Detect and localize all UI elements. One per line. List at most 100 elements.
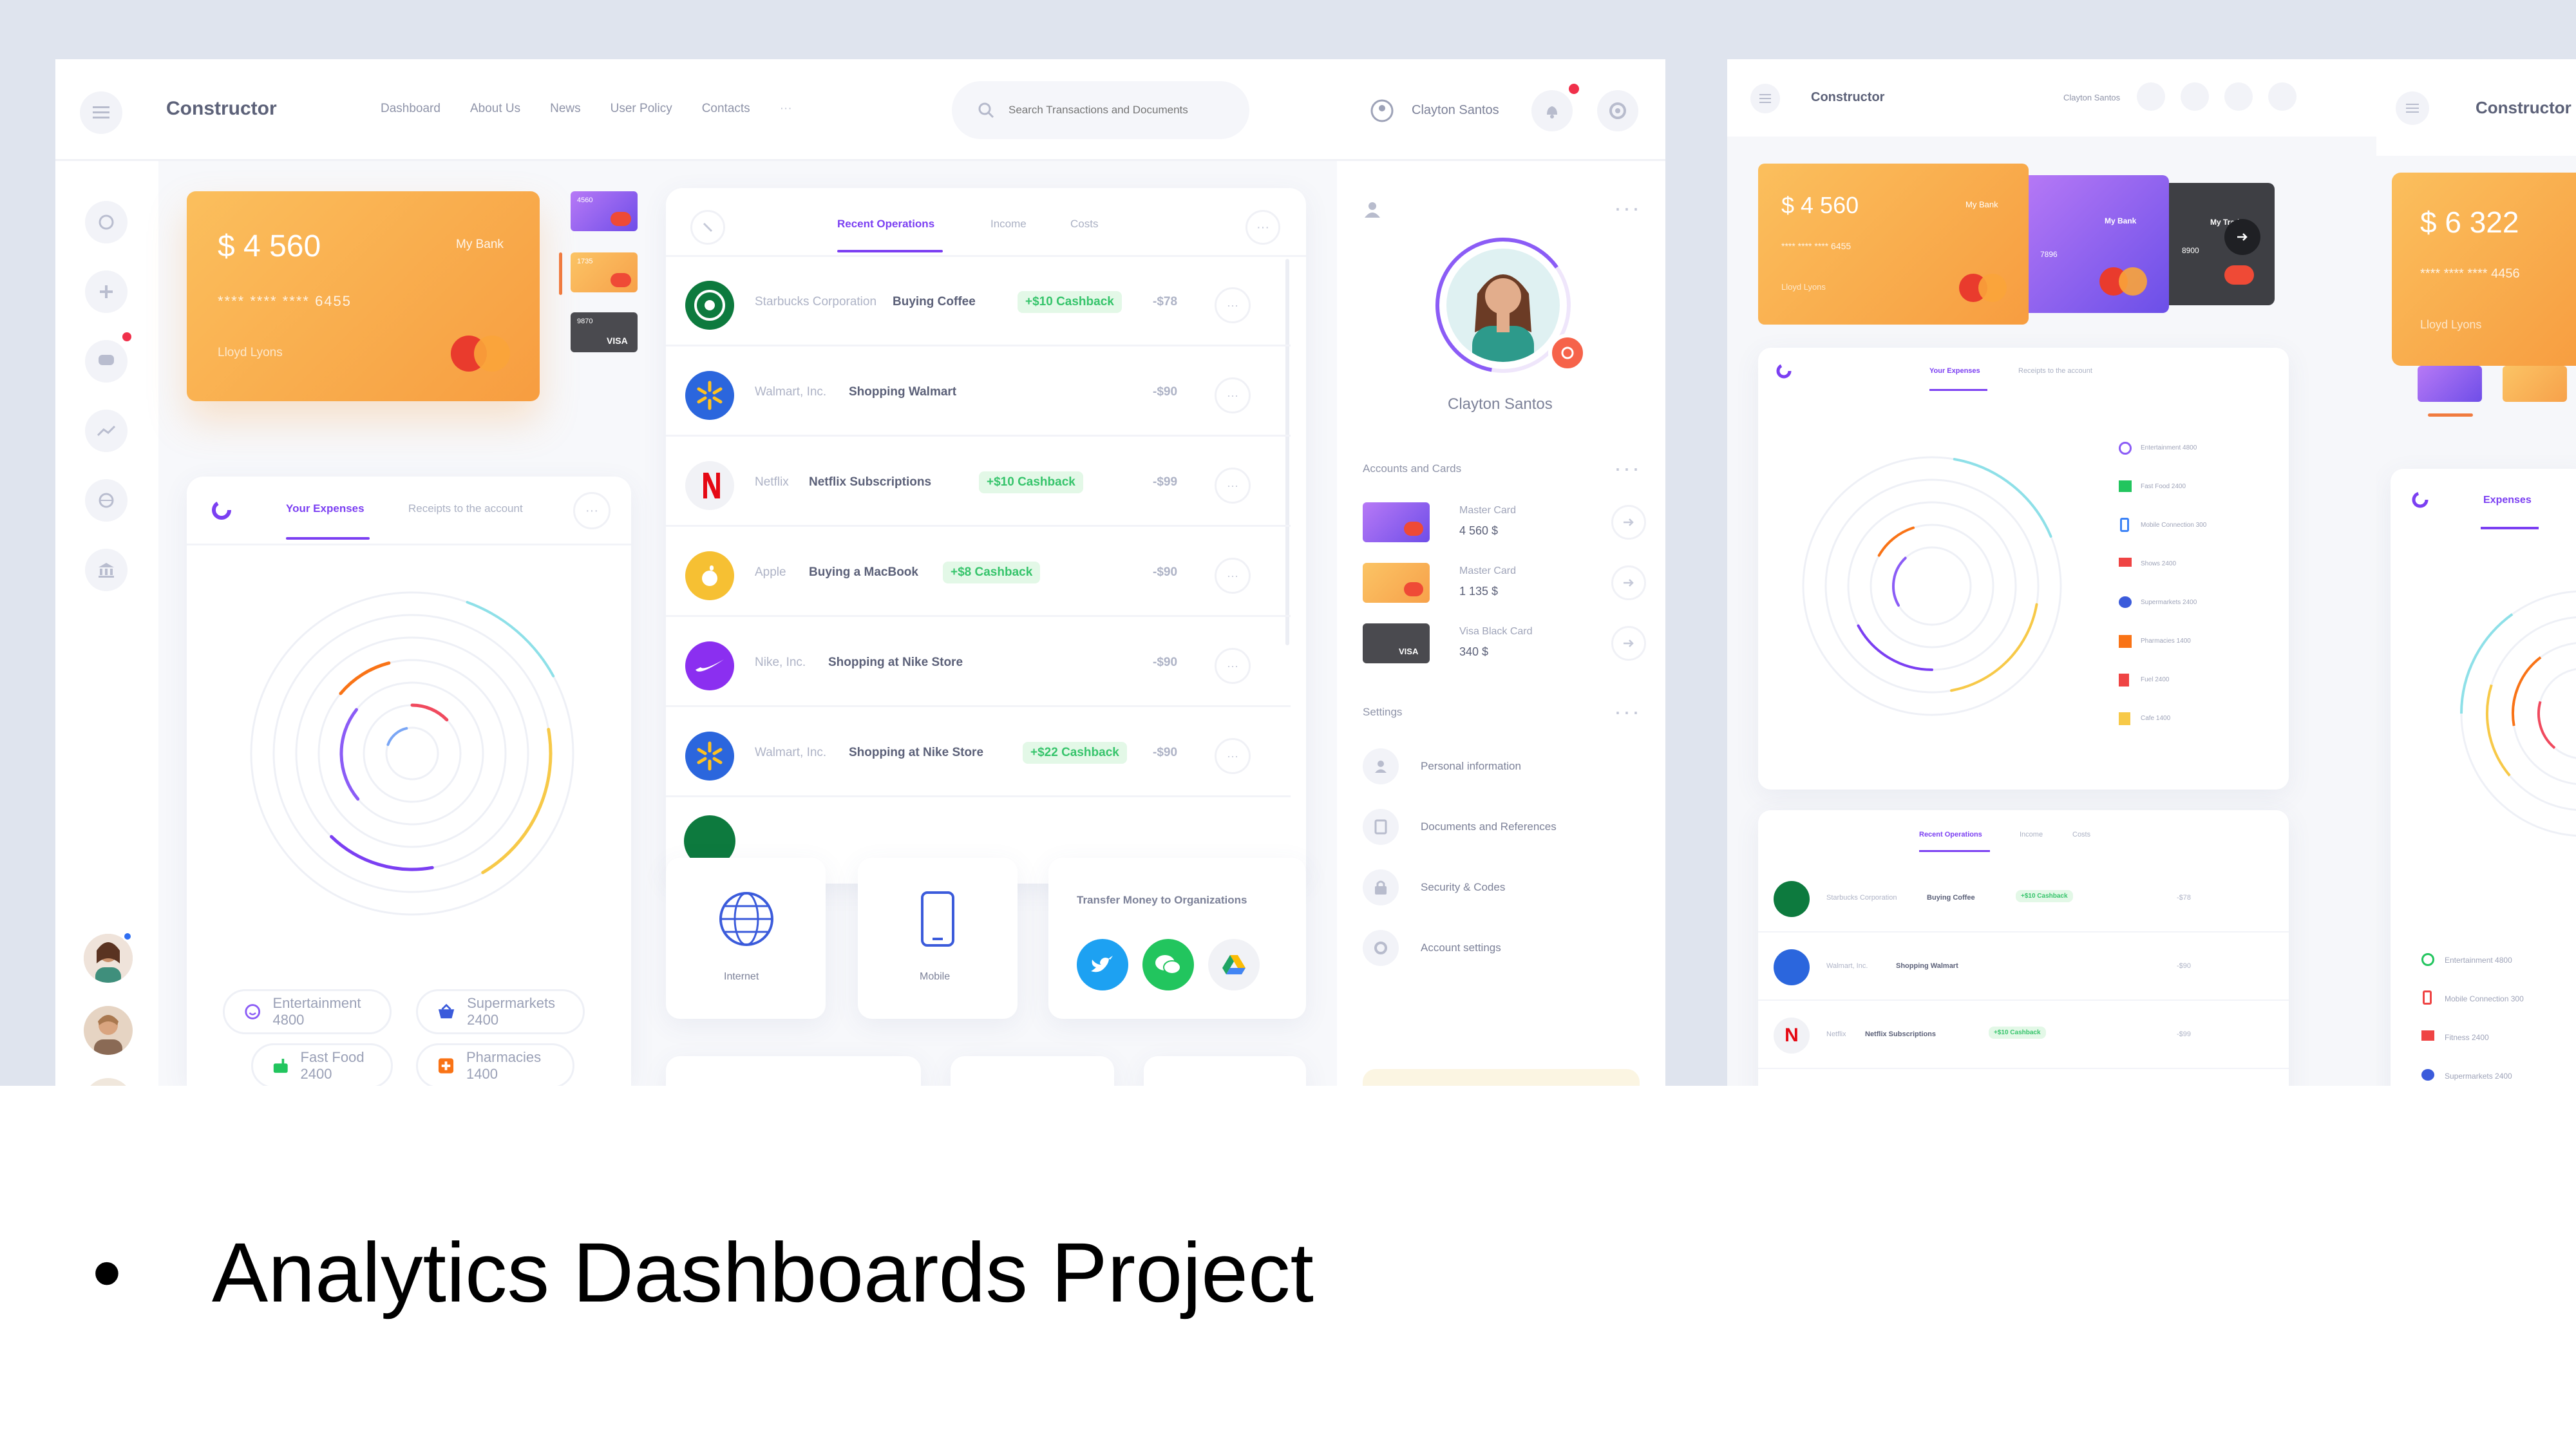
nav-dashboard[interactable]: Dashboard — [381, 102, 440, 116]
arrow-right-icon[interactable] — [1611, 626, 1646, 661]
compass-icon[interactable] — [85, 201, 128, 243]
operation-row[interactable]: Apple Buying a MacBook +$8 Cashback -$90… — [666, 527, 1291, 617]
bank-building-icon[interactable] — [85, 549, 128, 591]
legend-pharmacies[interactable]: Pharmacies 1400 — [416, 1043, 574, 1086]
mini-card-2[interactable]: 1735 — [571, 252, 638, 292]
settings-more-icon[interactable]: ··· — [1614, 698, 1641, 725]
dark-card[interactable]: My Trade 8900 — [2152, 183, 2275, 305]
header-user-name[interactable]: Clayton Santos — [2063, 93, 2120, 102]
right-legend-item[interactable]: Shows 2400 — [2141, 560, 2176, 567]
row-more-icon[interactable]: ··· — [1215, 287, 1251, 323]
settings-item-security[interactable]: Security & Codes — [1363, 866, 1646, 911]
operation-row[interactable]: Walmart, Inc. Shopping Walmart -$90 — [1758, 933, 2289, 1001]
operation-row[interactable]: N Netflix Netflix Subscriptions +$10 Cas… — [1758, 1001, 2289, 1069]
arrow-right-icon[interactable] — [1611, 565, 1646, 600]
right-legend-item[interactable]: Fast Food 2400 — [2141, 483, 2186, 490]
tab-costs[interactable]: Costs — [1070, 218, 1098, 231]
settings-item-personal[interactable]: Personal information — [1363, 744, 1646, 790]
mini-card-3[interactable]: 9870 VISA — [571, 312, 638, 352]
nav-contacts[interactable]: Contacts — [702, 102, 750, 116]
bell-icon[interactable] — [2181, 82, 2209, 111]
service-mobile[interactable]: Mobile — [858, 858, 1018, 1019]
right-legend-item[interactable]: Supermarkets 2400 — [2141, 599, 2197, 606]
profile-avatar[interactable] — [1446, 249, 1560, 362]
tertiary-legend-item[interactable]: Supermarkets 2400 — [2445, 1072, 2512, 1081]
operation-row[interactable]: Starbucks Corporation Buying Coffee +$10… — [1758, 864, 2289, 933]
nav-news[interactable]: News — [550, 102, 581, 116]
right-legend-item[interactable]: Fuel 2400 — [2141, 676, 2169, 683]
right-legend-item[interactable]: Pharmacies 1400 — [2141, 638, 2191, 645]
accounts-more-icon[interactable]: ··· — [1614, 455, 1641, 482]
tab-your-expenses[interactable]: Your Expenses — [286, 502, 365, 515]
settings-item-documents[interactable]: Documents and References — [1363, 805, 1646, 850]
globe-nav-icon[interactable] — [85, 479, 128, 522]
legend-fast-food[interactable]: Fast Food 2400 — [251, 1043, 393, 1086]
bank-card-tertiary[interactable]: $ 6 322 **** **** **** 4456 Lloyd Lyons — [2392, 173, 2576, 366]
operation-row[interactable]: Netflix Netflix Subscriptions +$10 Cashb… — [666, 437, 1291, 527]
operation-row[interactable]: Nike, Inc. Shopping at Nike Store -$90 ·… — [666, 617, 1291, 707]
tertiary-legend-item[interactable]: Entertainment 4800 — [2445, 956, 2512, 965]
settings-gear-icon[interactable] — [2224, 82, 2253, 111]
legend-entertainment[interactable]: Entertainment 4800 — [223, 989, 392, 1034]
row-more-icon[interactable]: ··· — [1215, 648, 1251, 684]
right-legend-item[interactable]: Cafe 1400 — [2141, 715, 2170, 722]
mini-card-1[interactable]: 4560 — [571, 191, 638, 231]
search-input[interactable] — [1009, 104, 1227, 117]
search-icon[interactable] — [2137, 82, 2165, 111]
twitter-icon[interactable] — [1077, 939, 1128, 990]
arrow-right-icon[interactable] — [2224, 219, 2260, 255]
trend-chart-icon[interactable] — [85, 410, 128, 452]
account-item[interactable]: Master Card 4 560 $ — [1363, 500, 1646, 545]
promo-banner[interactable] — [1363, 1069, 1640, 1086]
operation-row[interactable]: Walmart, Inc. Shopping Walmart -$90 ··· — [666, 346, 1291, 437]
bank-card-primary[interactable]: $ 4 560 My Bank **** **** **** 6455 Lloy… — [187, 191, 540, 401]
chat-icon[interactable] — [85, 340, 128, 383]
tab-expenses[interactable]: Expenses — [2483, 495, 2532, 506]
tab-income[interactable]: Income — [990, 218, 1027, 231]
nav-more[interactable]: ··· — [780, 102, 792, 116]
user-circle-icon[interactable] — [2268, 82, 2297, 111]
tab-your-expenses[interactable]: Your Expenses — [1929, 367, 1980, 375]
tertiary-legend-item[interactable]: Fitness 2400 — [2445, 1033, 2489, 1042]
wechat-icon[interactable] — [1142, 939, 1194, 990]
operation-row[interactable]: Walmart, Inc. Shopping at Nike Store +$2… — [666, 707, 1291, 797]
search-box[interactable] — [952, 81, 1249, 139]
nav-about-us[interactable]: About Us — [470, 102, 520, 116]
tertiary-legend-item[interactable]: Mobile Connection 300 — [2445, 994, 2524, 1003]
right-legend-item[interactable]: Mobile Connection 300 — [2141, 522, 2206, 529]
mini-card-1[interactable] — [2418, 366, 2482, 402]
right-legend-item[interactable]: Entertainment 4800 — [2141, 444, 2197, 451]
tab-recent-operations[interactable]: Recent Operations — [837, 218, 934, 231]
header-user-name[interactable]: Clayton Santos — [1412, 103, 1499, 118]
google-drive-icon[interactable] — [1208, 939, 1260, 990]
back-arrow-icon[interactable] — [690, 210, 725, 245]
contact-avatar-2[interactable] — [84, 1006, 133, 1055]
bell-icon[interactable] — [1531, 90, 1573, 131]
purple-card[interactable]: My Bank 7896 — [2021, 175, 2169, 313]
profile-more-icon[interactable]: ··· — [1614, 194, 1641, 222]
menu-icon[interactable] — [80, 91, 122, 134]
mini-card-2[interactable] — [2503, 366, 2567, 402]
tab-receipts[interactable]: Receipts to the account — [2018, 367, 2092, 375]
tab-costs[interactable]: Costs — [2072, 831, 2090, 838]
plus-icon[interactable] — [85, 270, 128, 313]
settings-gear-icon[interactable] — [1597, 90, 1638, 131]
row-more-icon[interactable]: ··· — [1215, 738, 1251, 774]
menu-icon[interactable] — [2396, 91, 2429, 125]
legend-supermarkets[interactable]: Supermarkets 2400 — [416, 989, 585, 1034]
bank-card-secondary[interactable]: $ 4 560 My Bank **** **** **** 6455 Lloy… — [1758, 164, 2029, 325]
nav-user-policy[interactable]: User Policy — [611, 102, 672, 116]
service-internet[interactable]: Internet — [666, 858, 826, 1019]
account-item[interactable]: Master Card 1 135 $ — [1363, 560, 1646, 605]
menu-icon[interactable] — [1750, 84, 1780, 113]
arrow-right-icon[interactable] — [1611, 505, 1646, 540]
row-more-icon[interactable]: ··· — [1215, 558, 1251, 594]
tab-recent-operations[interactable]: Recent Operations — [1919, 831, 1982, 838]
operation-row[interactable]: Starbucks Corporation Buying Coffee +$10… — [666, 256, 1291, 346]
tab-income[interactable]: Income — [2020, 831, 2043, 838]
more-options-icon[interactable]: ··· — [573, 492, 611, 529]
row-more-icon[interactable]: ··· — [1215, 468, 1251, 504]
more-options-icon[interactable]: ··· — [1245, 210, 1280, 245]
contact-avatar-3[interactable] — [84, 1078, 133, 1086]
tab-receipts[interactable]: Receipts to the account — [408, 502, 523, 515]
